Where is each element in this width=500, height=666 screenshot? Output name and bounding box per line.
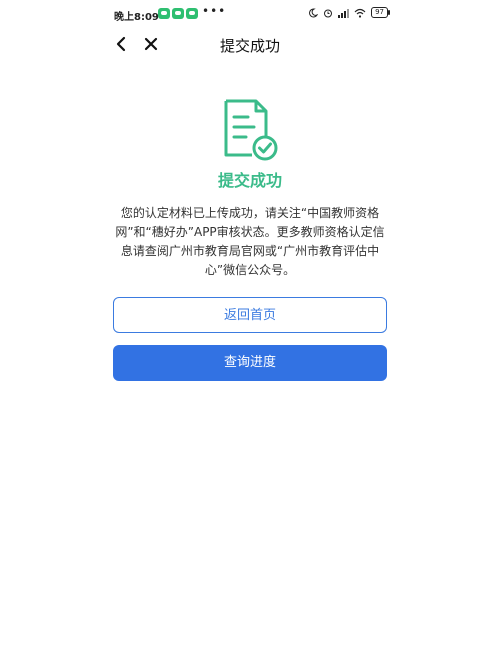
alarm-icon	[324, 9, 333, 17]
navigation-bar: 提交成功	[100, 28, 400, 60]
check-progress-button[interactable]: 查询进度	[113, 345, 387, 381]
success-title: 提交成功	[217, 171, 282, 190]
status-time: 晚上8:09	[114, 12, 159, 23]
wechat-icon	[158, 8, 170, 19]
battery-icon: 97	[371, 7, 390, 18]
return-home-button[interactable]: 返回首页	[113, 297, 387, 333]
document-check-icon	[224, 99, 278, 161]
moon-icon	[309, 7, 319, 17]
wechat-icon	[172, 8, 184, 19]
wechat-icon	[186, 8, 198, 19]
app-screen: 晚上8:09 ••• 97 提交成功 提交成功 您的认定材料已上传成功，请关注“…	[100, 0, 400, 666]
success-message: 您的认定材料已上传成功，请关注“中国教师资格网”和“穗好办”APP审核状态。更多…	[115, 206, 385, 277]
wifi-icon	[354, 8, 366, 18]
more-notifications-icon: •••	[202, 4, 227, 18]
status-right-icons: 97	[308, 7, 390, 18]
status-bar: 晚上8:09 ••• 97	[100, 0, 400, 28]
signal-icon	[338, 8, 350, 18]
page-title: 提交成功	[219, 37, 280, 55]
